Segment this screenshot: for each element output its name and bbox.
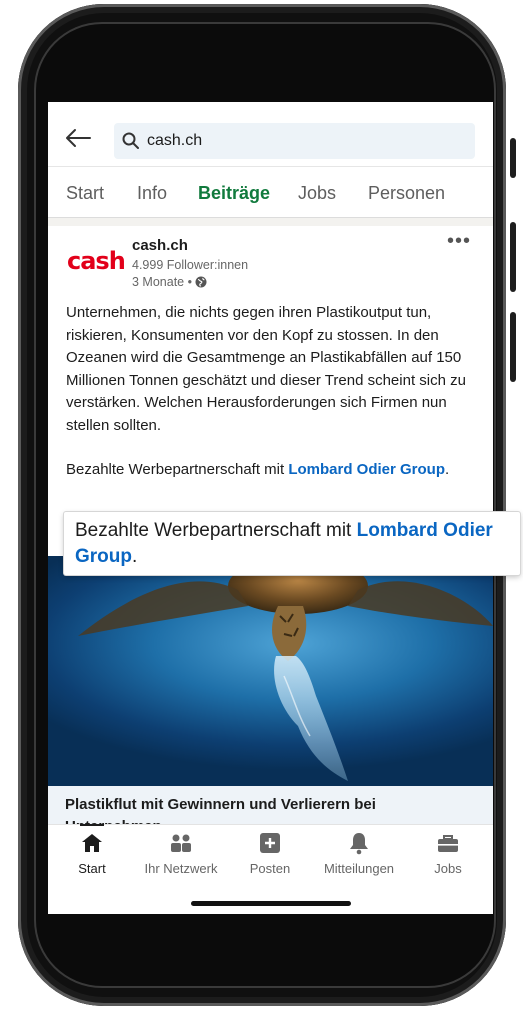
post-time: 3 Monate • [132,275,192,289]
network-icon [171,834,191,852]
sponsor-prefix: Bezahlte Werbepartnerschaft mit [66,461,289,478]
top-bar: cash.ch [48,102,493,167]
tab-jobs[interactable]: Jobs [298,183,336,204]
nav-network[interactable]: Ihr Netzwerk [141,831,221,876]
post-body-text: Unternehmen, die nichts gegen ihren Plas… [66,304,466,434]
bottom-navigation: Start Ihr Netzwerk Posten Mitteilungen J… [48,824,493,914]
tab-info[interactable]: Info [137,183,167,204]
article-title: Plastikflut mit Gewinnern und Verlierern… [65,796,376,813]
company-logo[interactable]: cash [67,249,126,273]
bell-icon [350,833,368,855]
follower-count: 4.999 Follower:innen [132,258,249,272]
nav-label: Jobs [434,861,462,876]
more-options-icon[interactable]: ••• [447,230,471,253]
search-input[interactable]: cash.ch [114,123,475,159]
phone-volume-up [510,222,516,292]
tab-personen[interactable]: Personen [368,183,445,204]
briefcase-icon [438,835,458,852]
post-image[interactable] [48,556,493,786]
app-screen: cash.ch Start Info Beiträge Jobs Persone… [48,102,493,914]
nav-label: Posten [249,861,291,876]
phone-side-button [510,138,516,178]
page-tabs: Start Info Beiträge Jobs Personen [48,167,493,218]
sponsor-line: Bezahlte Werbepartnerschaft mit Lombard … [66,459,478,481]
nav-notifications[interactable]: Mitteilungen [319,831,399,876]
zoom-callout: Bezahlte Werbepartnerschaft mit Lombard … [64,512,520,575]
turtle-image-illustration [78,558,493,781]
nav-label: Start [78,861,106,876]
feed-divider [48,218,493,226]
nav-post[interactable]: Posten [230,831,310,876]
callout-suffix: . [132,546,138,567]
nav-jobs[interactable]: Jobs [408,831,488,876]
post-meta: 3 Monate • [132,275,207,289]
company-name[interactable]: cash.ch [132,237,188,254]
back-arrow-icon[interactable] [65,128,91,148]
callout-prefix: Bezahlte Werbepartnerschaft mit [75,520,357,541]
nav-label: Ihr Netzwerk [144,861,218,876]
active-indicator [80,824,104,826]
nav-label: Mitteilungen [323,861,395,876]
tab-beitraege[interactable]: Beiträge [198,183,270,204]
sponsor-suffix: . [445,461,450,478]
globe-icon [195,276,207,288]
home-icon [82,834,102,852]
nav-start[interactable]: Start [52,824,132,876]
sponsor-link[interactable]: Lombard Odier Group [288,461,445,478]
tab-start[interactable]: Start [66,183,104,204]
phone-volume-down [510,312,516,382]
search-icon [122,132,139,149]
home-indicator[interactable] [191,901,351,906]
post-icon [260,833,280,853]
search-query: cash.ch [147,132,203,149]
callout-text: Bezahlte Werbepartnerschaft mit Lombard … [75,518,515,570]
